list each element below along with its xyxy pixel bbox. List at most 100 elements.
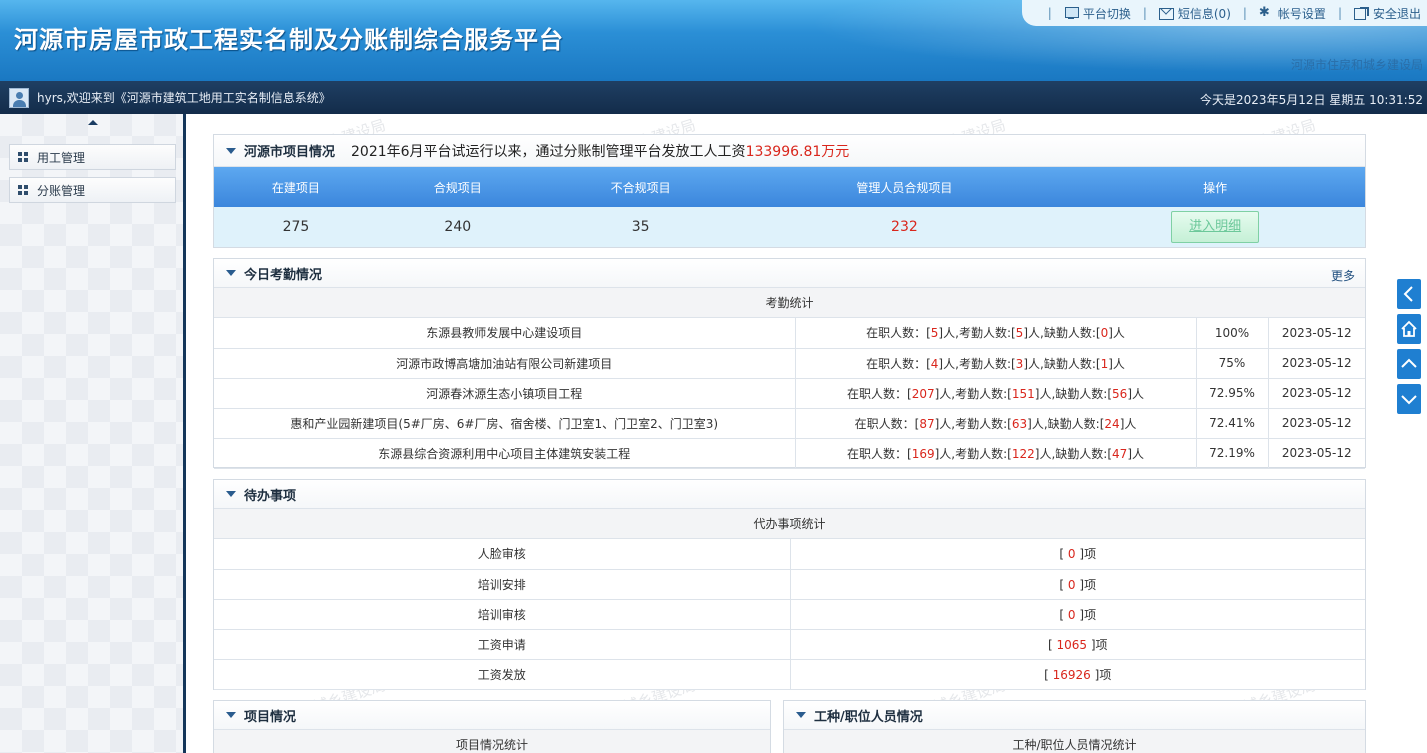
todo-item-label: 培训审核: [214, 599, 791, 630]
noncompliant-projects-count: 35: [631, 219, 650, 235]
attendance-counts: 在职人数：[5]人,考勤人数:[5]人,缺勤人数:[0]人: [795, 318, 1197, 349]
welcome-text: hyrs,欢迎来到《河源市建筑工地用工实名制信息系统》: [37, 91, 331, 105]
attendance-more-link[interactable]: 更多: [1331, 267, 1355, 284]
todo-table: 人脸审核[ 0 ]项 培训安排[ 0 ]项 培训审核[ 0 ]项 工资申请[ 1065…: [214, 539, 1365, 690]
user-avatar-icon: [9, 87, 29, 108]
home-icon: [1401, 320, 1417, 337]
grid-icon: [18, 184, 29, 196]
todo-panel: 待办事项 代办事项统计 人脸审核[ 0 ]项 培训安排[ 0 ]项 培训审核[ 0 …: [213, 479, 1366, 690]
chevron-down-icon: [1401, 395, 1417, 405]
grid-icon: [18, 151, 29, 163]
attendance-date: 2023-05-12: [1268, 348, 1365, 379]
current-datetime: 今天是2023年5月12日 星期五 10:31:52: [1200, 93, 1423, 107]
attendance-date: 2023-05-12: [1268, 378, 1365, 409]
top-nav: | 平台切换 | 短信息(0) | ✱ 帐号设置 | 安全退出: [1021, 0, 1427, 26]
overview-table-row: 275 240 35 232 进入明细: [214, 207, 1365, 247]
floating-toolbar: [1397, 279, 1421, 419]
enter-details-button[interactable]: 进入明细: [1171, 211, 1260, 243]
compliant-projects-count: 240: [444, 219, 472, 235]
attendance-row: 惠和产业园新建项目(5#厂房、6#厂房、宿舍楼、门卫室1、门卫室2、门卫室3) 在…: [214, 408, 1365, 439]
trade-info-subheader: 工种/职位人员情况统计: [784, 730, 1365, 753]
wage-amount: 133996.81万元: [745, 143, 850, 160]
ongoing-projects-count: 275: [282, 219, 310, 235]
attendance-row: 河源春沐源生态小镇项目工程 在职人数：[207]人,考勤人数:[151]人,缺勤人…: [214, 378, 1365, 409]
todo-item-count[interactable]: [ 0 ]项: [790, 569, 1365, 600]
attendance-counts: 在职人数：[4]人,考勤人数:[3]人,缺勤人数:[1]人: [795, 348, 1197, 379]
todo-row: 工资申请[ 1065 ]项: [214, 629, 1365, 660]
sidebar: 用工管理 分账管理: [0, 114, 186, 753]
sidebar-item-account-split-management[interactable]: 分账管理: [9, 177, 176, 203]
todo-item-label: 工资申请: [214, 629, 791, 660]
wage-summary: 2021年6月平台试运行以来，通过分账制管理平台发放工人工资133996.81万…: [351, 143, 850, 160]
manager-compliant-projects-count: 232: [891, 219, 918, 235]
account-settings-link[interactable]: ✱ 帐号设置: [1259, 5, 1326, 22]
attendance-title: 今日考勤情况: [244, 267, 323, 283]
scroll-top-button[interactable]: [1397, 349, 1421, 379]
collapse-triangle-icon[interactable]: [226, 712, 236, 718]
attendance-date: 2023-05-12: [1268, 318, 1365, 349]
attendance-counts: 在职人数：[169]人,考勤人数:[122]人,缺勤人数:[47]人: [795, 438, 1197, 469]
attendance-row: 东源县教师发展中心建设项目 在职人数：[5]人,考勤人数:[5]人,缺勤人数:[0…: [214, 318, 1365, 349]
todo-row: 工资发放[ 16926 ]项: [214, 659, 1365, 690]
project-overview-panel: 河源市项目情况 2021年6月平台试运行以来，通过分账制管理平台发放工人工资13…: [213, 134, 1366, 248]
attendance-project-name: 东源县综合资源利用中心项目主体建筑安装工程: [214, 438, 796, 469]
collapse-triangle-icon[interactable]: [226, 270, 236, 276]
attendance-date: 2023-05-12: [1268, 438, 1365, 469]
attendance-date: 2023-05-12: [1268, 408, 1365, 439]
header-subtitle: 河源市住房和城乡建设局: [1290, 58, 1423, 72]
attendance-rate: 72.95%: [1196, 378, 1269, 409]
platform-switch-link[interactable]: 平台切换: [1064, 5, 1131, 22]
todo-item-count[interactable]: [ 16926 ]项: [790, 659, 1365, 690]
todo-item-label: 人脸审核: [214, 539, 791, 570]
attendance-rate: 75%: [1196, 348, 1269, 379]
attendance-table: 东源县教师发展中心建设项目 在职人数：[5]人,考勤人数:[5]人,缺勤人数:[0…: [214, 318, 1365, 469]
project-info-subheader: 项目情况统计: [214, 730, 770, 753]
project-info-panel: 项目情况 项目情况统计: [213, 700, 771, 753]
todo-row: 培训安排[ 0 ]项: [214, 569, 1365, 600]
attendance-project-name: 东源县教师发展中心建设项目: [214, 318, 796, 349]
home-button[interactable]: [1397, 314, 1421, 344]
overview-table-header: 在建项目 合规项目 不合规项目 管理人员合规项目 操作: [214, 167, 1365, 207]
header: 河源市房屋市政工程实名制及分账制综合服务平台 河源市住房和城乡建设局 | 平台切…: [0, 0, 1427, 81]
main-content: 河源市住房和城乡建设局 河源市住房和城乡建设局 河源市住房和城乡建设局 河源市住…: [189, 114, 1427, 753]
todo-subheader: 代办事项统计: [214, 509, 1365, 539]
scroll-bottom-button[interactable]: [1397, 384, 1421, 414]
info-bar: hyrs,欢迎来到《河源市建筑工地用工实名制信息系统》 今天是2023年5月12…: [0, 81, 1427, 114]
back-button[interactable]: [1397, 279, 1421, 309]
chevron-up-icon: [1401, 358, 1417, 368]
attendance-row: 东源县综合资源利用中心项目主体建筑安装工程 在职人数：[169]人,考勤人数:[1…: [214, 438, 1365, 469]
collapse-triangle-icon[interactable]: [796, 712, 806, 718]
messages-link[interactable]: 短信息(0): [1158, 5, 1231, 22]
collapse-up-icon[interactable]: [88, 120, 98, 125]
todo-item-count[interactable]: [ 1065 ]项: [790, 629, 1365, 660]
attendance-rate: 100%: [1196, 318, 1269, 349]
collapse-triangle-icon[interactable]: [226, 147, 236, 154]
todo-item-label: 培训安排: [214, 569, 791, 600]
todo-item-label: 工资发放: [214, 659, 791, 690]
logout-link[interactable]: 安全退出: [1353, 5, 1421, 22]
collapse-triangle-icon[interactable]: [226, 491, 236, 497]
attendance-project-name: 惠和产业园新建项目(5#厂房、6#厂房、宿舍楼、门卫室1、门卫室2、门卫室3): [214, 408, 796, 439]
todo-title: 待办事项: [244, 488, 297, 504]
attendance-panel: 今日考勤情况 更多 考勤统计 东源县教师发展中心建设项目 在职人数：[5]人,考勤…: [213, 258, 1366, 469]
trade-info-title: 工种/职位人员情况: [814, 709, 923, 725]
platform-switch-icon: [1064, 7, 1079, 19]
attendance-project-name: 河源春沐源生态小镇项目工程: [214, 378, 796, 409]
exit-icon: [1353, 7, 1369, 20]
attendance-counts: 在职人数：[207]人,考勤人数:[151]人,缺勤人数:[56]人: [795, 378, 1197, 409]
attendance-rate: 72.19%: [1196, 438, 1269, 469]
project-overview-title: 河源市项目情况: [244, 145, 336, 160]
attendance-counts: 在职人数：[87]人,考勤人数:[63]人,缺勤人数:[24]人: [795, 408, 1197, 439]
todo-item-count[interactable]: [ 0 ]项: [790, 599, 1365, 630]
gear-icon: ✱: [1258, 5, 1270, 20]
attendance-rate: 72.41%: [1196, 408, 1269, 439]
todo-item-count[interactable]: [ 0 ]项: [790, 539, 1365, 570]
attendance-project-name: 河源市政博高塘加油站有限公司新建项目: [214, 348, 796, 379]
attendance-subheader: 考勤统计: [214, 288, 1365, 318]
chevron-left-icon: [1403, 286, 1413, 302]
mail-icon: [1158, 7, 1174, 20]
trade-info-panel: 工种/职位人员情况 工种/职位人员情况统计: [783, 700, 1366, 753]
sidebar-item-labor-management[interactable]: 用工管理: [9, 144, 176, 170]
attendance-row: 河源市政博高塘加油站有限公司新建项目 在职人数：[4]人,考勤人数:[3]人,缺勤…: [214, 348, 1365, 379]
todo-row: 人脸审核[ 0 ]项: [214, 539, 1365, 570]
